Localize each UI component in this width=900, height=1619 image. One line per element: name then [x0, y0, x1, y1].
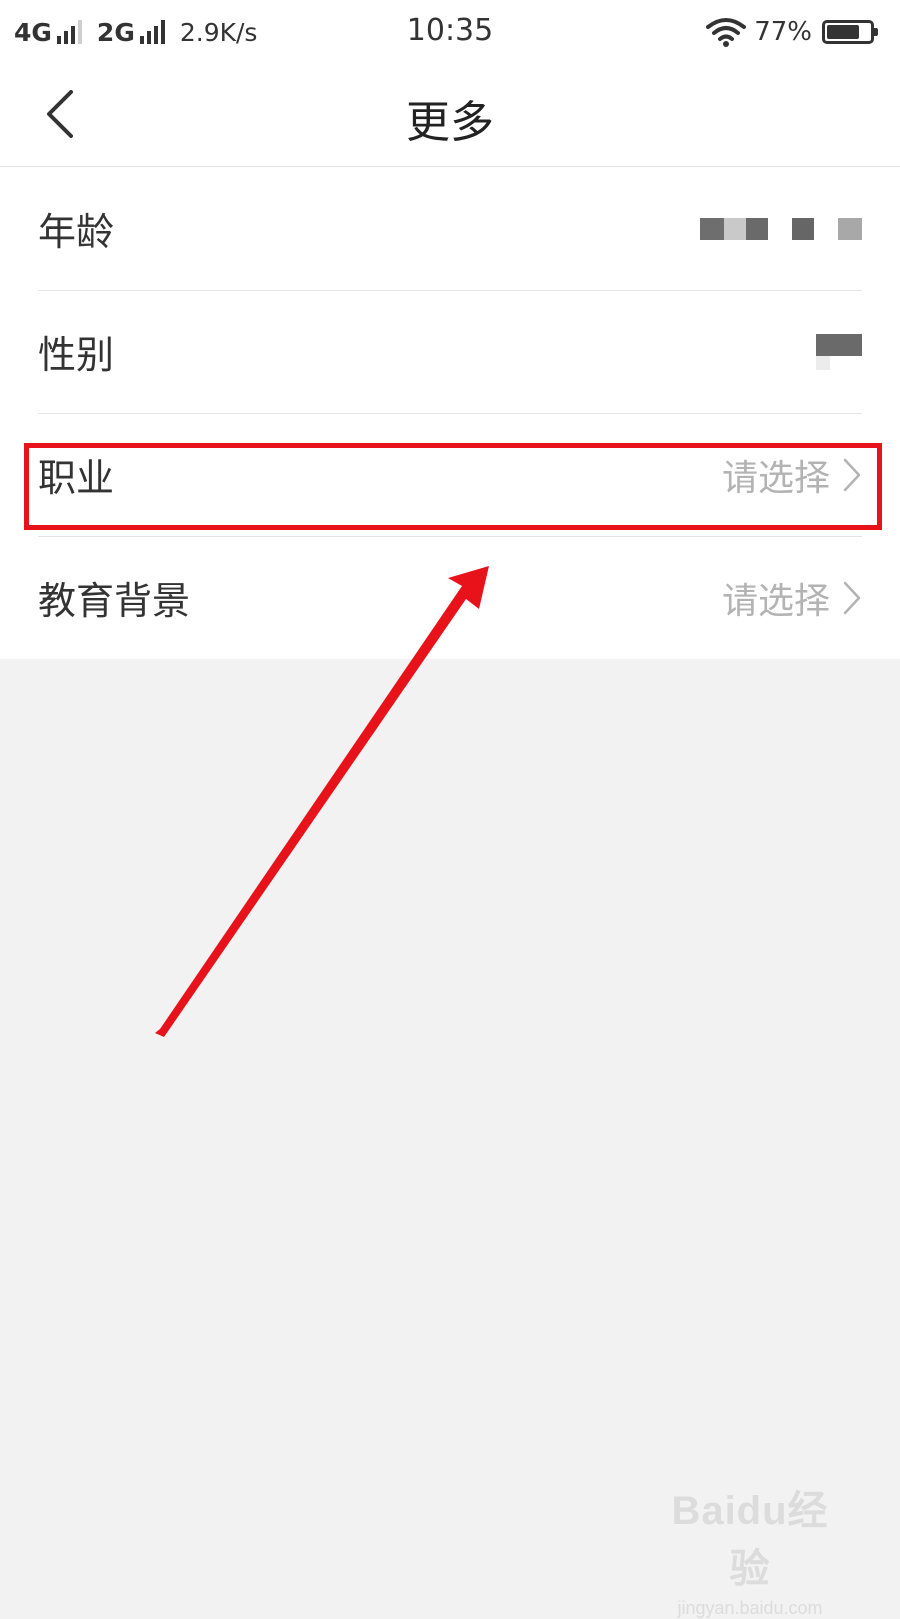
obscured-value: [700, 209, 862, 249]
battery-percent: 77%: [754, 17, 812, 47]
page-title: 更多: [406, 97, 494, 148]
row-occupation[interactable]: 职业 请选择: [0, 413, 900, 536]
chevron-right-icon: [843, 458, 861, 491]
watermark-url: jingyan.baidu.com: [677, 1598, 823, 1618]
row-gender[interactable]: 性别: [0, 290, 900, 413]
row-label: 教育背景: [38, 579, 191, 623]
row-label: 年龄: [38, 210, 115, 254]
status-bar: 4G 2G 2.9K/s 10:35 77%: [0, 0, 900, 62]
battery-icon: [822, 20, 878, 44]
chevron-left-icon: [47, 90, 73, 138]
wifi-icon: [706, 18, 747, 47]
row-education[interactable]: 教育背景 请选择: [0, 536, 900, 659]
status-right: 77%: [706, 14, 878, 50]
row-age[interactable]: 年龄: [0, 167, 900, 290]
battery-fill: [827, 25, 860, 39]
row-value: 请选择: [722, 449, 862, 501]
settings-list: 年龄 性别 职业 请选择 教育背景 请选择: [0, 167, 900, 659]
chevron-right-icon: [843, 581, 861, 614]
row-label: 职业: [38, 456, 115, 500]
nav-bar: 更多: [0, 62, 900, 167]
row-value-text: 请选择: [721, 457, 830, 499]
watermark-logo: Baidu经验: [671, 1489, 829, 1591]
back-button[interactable]: [30, 84, 90, 144]
watermark: Baidu经验 jingyan.baidu.com: [660, 1478, 840, 1618]
row-value-text: 请选择: [721, 580, 830, 622]
row-label: 性别: [38, 333, 115, 377]
row-value: 请选择: [722, 572, 862, 624]
obscured-value: [816, 327, 862, 377]
